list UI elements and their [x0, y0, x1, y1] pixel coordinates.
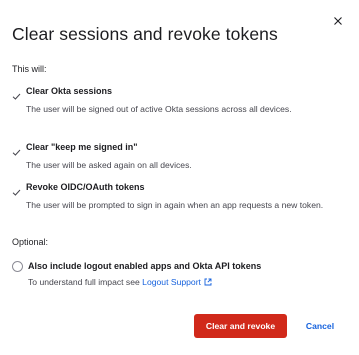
item-title: Revoke OIDC/OAuth tokens	[26, 182, 145, 192]
option-description-text: To understand full impact see	[28, 277, 140, 287]
include-logout-apps-checkbox[interactable]	[12, 261, 23, 272]
item-revoke-oidc-tokens: Revoke OIDC/OAuth tokens The user will b…	[12, 182, 342, 230]
checkmark-icon	[12, 144, 21, 156]
close-icon[interactable]	[331, 14, 345, 28]
item-clear-keep-me-signed-in: Clear "keep me signed in" The user will …	[12, 142, 342, 172]
item-description: The user will be asked again on all devi…	[26, 160, 192, 170]
logout-support-link-text[interactable]: Logout Support	[142, 277, 201, 287]
intro-text: This will:	[12, 64, 47, 74]
checkmark-icon	[12, 184, 21, 196]
external-link-icon[interactable]	[204, 278, 212, 288]
optional-label: Optional:	[12, 237, 49, 247]
item-clear-okta-sessions: Clear Okta sessions The user will be sig…	[12, 86, 342, 134]
item-description: The user will be prompted to sign in aga…	[26, 200, 324, 210]
clear-sessions-dialog: Clear sessions and revoke tokens This wi…	[0, 0, 359, 355]
dialog-title: Clear sessions and revoke tokens	[12, 24, 278, 44]
item-title: Clear "keep me signed in"	[26, 142, 138, 152]
option-description: To understand full impact see Logout Sup…	[28, 277, 212, 288]
cancel-button[interactable]: Cancel	[297, 314, 343, 338]
clear-and-revoke-button[interactable]: Clear and revoke	[194, 314, 287, 338]
option-label[interactable]: Also include logout enabled apps and Okt…	[28, 261, 261, 271]
item-description: The user will be signed out of active Ok…	[26, 104, 292, 114]
logout-support-link[interactable]: Logout Support	[142, 277, 212, 287]
checkmark-icon	[12, 88, 21, 100]
logout-apps-option: Also include logout enabled apps and Okt…	[12, 260, 342, 290]
item-title: Clear Okta sessions	[26, 86, 113, 96]
